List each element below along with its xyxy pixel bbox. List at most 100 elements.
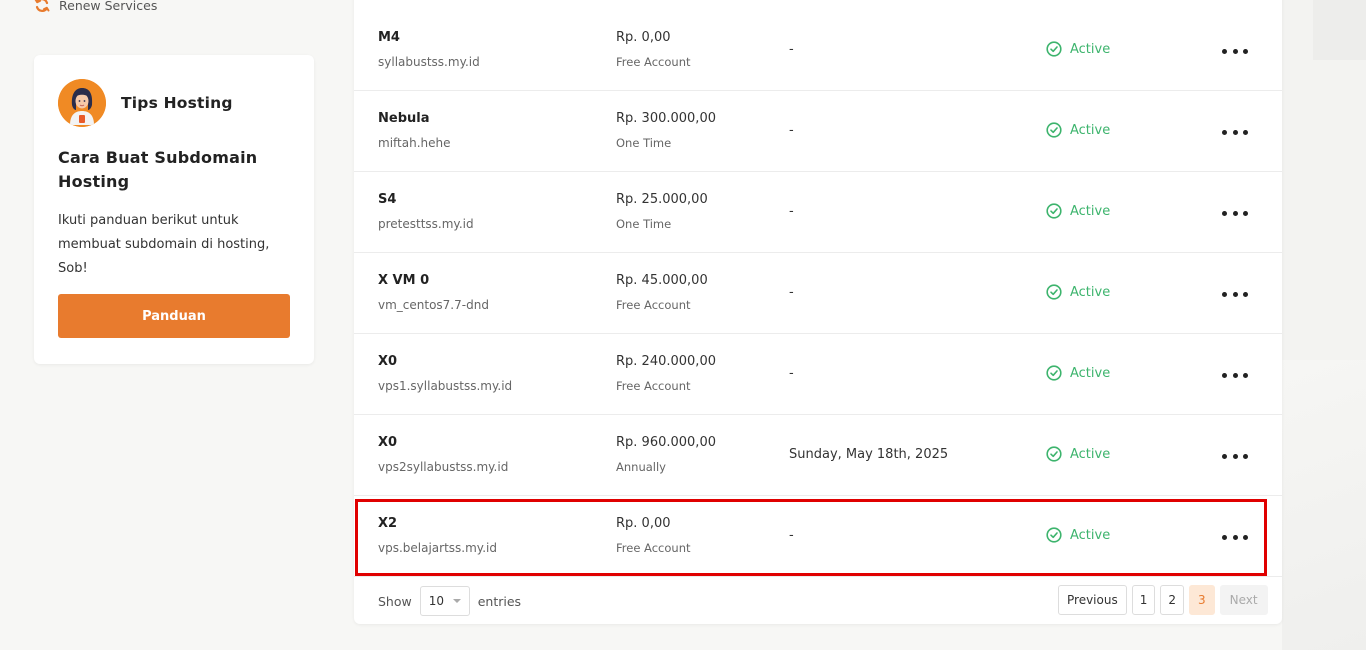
more-actions-button[interactable] xyxy=(1222,43,1248,59)
check-circle-icon xyxy=(1046,527,1062,543)
billing-cycle: Free Account xyxy=(616,541,691,555)
avatar xyxy=(58,79,106,127)
service-domain: vps2syllabustss.my.id xyxy=(378,460,509,474)
dot xyxy=(1222,534,1227,540)
service-name-cell: X0 vps2syllabustss.my.id xyxy=(378,435,508,474)
service-domain: miftah.hehe xyxy=(378,136,451,150)
status-label: Active xyxy=(1070,527,1111,543)
billing-cycle: Free Account xyxy=(616,298,691,312)
pagination-page-1[interactable]: 1 xyxy=(1131,585,1156,615)
status-label: Active xyxy=(1070,365,1111,381)
service-price: Rp. 25.000,00 xyxy=(616,192,708,207)
service-name: M4 xyxy=(378,30,400,45)
service-name: Nebula xyxy=(378,111,430,126)
background-panel xyxy=(1282,360,1366,650)
next-due-date: - xyxy=(789,123,794,138)
check-circle-icon xyxy=(1046,203,1062,219)
entries-length-control: Show 10 entries xyxy=(378,586,521,616)
next-due-date: - xyxy=(789,42,794,57)
table-row[interactable]: M4 syllabustss.my.id Rp. 0,00 Free Accou… xyxy=(354,10,1282,91)
service-price: Rp. 300.000,00 xyxy=(616,111,716,126)
service-price-cell: Rp. 25.000,00 One Time xyxy=(616,192,708,231)
service-name-cell: X VM 0 vm_centos7.7-dnd xyxy=(378,273,489,312)
table-row[interactable]: X VM 0 vm_centos7.7-dnd Rp. 45.000,00 Fr… xyxy=(354,253,1282,334)
service-price-cell: Rp. 0,00 Free Account xyxy=(616,30,691,69)
dot xyxy=(1232,534,1238,540)
status-badge: Active xyxy=(1046,365,1110,381)
check-circle-icon xyxy=(1046,122,1062,138)
panduan-button[interactable]: Panduan xyxy=(58,294,290,338)
renew-services-link[interactable]: Renew Services xyxy=(34,0,157,14)
dot xyxy=(1243,210,1248,216)
service-domain: syllabustss.my.id xyxy=(378,55,480,69)
service-price-cell: Rp. 45.000,00 Free Account xyxy=(616,273,708,312)
service-name: S4 xyxy=(378,192,397,207)
table-row[interactable]: X0 vps1.syllabustss.my.id Rp. 240.000,00… xyxy=(354,334,1282,415)
service-price: Rp. 0,00 xyxy=(616,516,671,531)
status-label: Active xyxy=(1070,41,1111,57)
service-name-cell: S4 pretesttss.my.id xyxy=(378,192,474,231)
status-badge: Active xyxy=(1046,527,1110,543)
service-domain: vps.belajartss.my.id xyxy=(378,541,497,555)
dot xyxy=(1232,210,1238,216)
service-domain: pretesttss.my.id xyxy=(378,217,474,231)
billing-cycle: Annually xyxy=(616,460,666,474)
entries-value: 10 xyxy=(428,594,445,608)
service-price: Rp. 240.000,00 xyxy=(616,354,716,369)
service-name-cell: X2 vps.belajartss.my.id xyxy=(378,516,497,555)
check-circle-icon xyxy=(1046,284,1062,300)
show-label: Show xyxy=(378,593,412,609)
dot xyxy=(1243,291,1248,297)
status-badge: Active xyxy=(1046,284,1110,300)
check-circle-icon xyxy=(1046,446,1062,462)
service-price: Rp. 45.000,00 xyxy=(616,273,708,288)
pagination-next[interactable]: Next xyxy=(1219,585,1268,615)
service-name: X VM 0 xyxy=(378,273,430,288)
service-name-cell: M4 syllabustss.my.id xyxy=(378,30,480,69)
pagination-previous[interactable]: Previous xyxy=(1058,585,1127,615)
check-circle-icon xyxy=(1046,41,1062,57)
more-actions-button[interactable] xyxy=(1222,205,1248,221)
table-row[interactable]: Nebula miftah.hehe Rp. 300.000,00 One Ti… xyxy=(354,91,1282,172)
more-actions-button[interactable] xyxy=(1222,124,1248,140)
more-actions-button[interactable] xyxy=(1222,286,1248,302)
dot xyxy=(1222,291,1227,297)
service-domain: vm_centos7.7-dnd xyxy=(378,298,489,312)
status-label: Active xyxy=(1070,446,1111,462)
billing-cycle: Free Account xyxy=(616,379,691,393)
table-row[interactable]: X2 vps.belajartss.my.id Rp. 0,00 Free Ac… xyxy=(354,496,1282,577)
pagination: Previous 1 2 3 Next xyxy=(1058,585,1268,615)
service-domain: vps1.syllabustss.my.id xyxy=(378,379,513,393)
dot xyxy=(1232,291,1238,297)
status-label: Active xyxy=(1070,122,1111,138)
service-name: X0 xyxy=(378,435,398,450)
page: Renew Services Tips Hosting Cara Buat Su… xyxy=(0,0,1366,650)
tips-description: Ikuti panduan berikut untuk membuat subd… xyxy=(58,213,270,276)
dot xyxy=(1222,372,1227,378)
service-price-cell: Rp. 240.000,00 Free Account xyxy=(616,354,716,393)
status-badge: Active xyxy=(1046,446,1110,462)
pagination-page-3[interactable]: 3 xyxy=(1189,585,1215,615)
billing-cycle: Free Account xyxy=(616,55,691,69)
dot xyxy=(1222,453,1227,459)
renew-services-label: Renew Services xyxy=(59,0,158,13)
services-table: M4 syllabustss.my.id Rp. 0,00 Free Accou… xyxy=(354,0,1282,624)
table-row[interactable]: S4 pretesttss.my.id Rp. 25.000,00 One Ti… xyxy=(354,172,1282,253)
dot xyxy=(1222,210,1227,216)
avatar-illustration xyxy=(58,79,106,127)
pagination-page-2[interactable]: 2 xyxy=(1160,585,1184,615)
dot xyxy=(1232,129,1238,135)
check-circle-icon xyxy=(1046,365,1062,381)
status-badge: Active xyxy=(1046,122,1110,138)
service-price-cell: Rp. 960.000,00 Annually xyxy=(616,435,716,474)
more-actions-button[interactable] xyxy=(1222,367,1248,383)
more-actions-button[interactable] xyxy=(1222,448,1248,464)
next-due-date: - xyxy=(789,204,794,219)
status-badge: Active xyxy=(1046,203,1110,219)
entries-select[interactable]: 10 xyxy=(419,586,470,616)
table-row[interactable]: X0 vps2syllabustss.my.id Rp. 960.000,00 … xyxy=(354,415,1282,496)
next-due-date: - xyxy=(789,285,794,300)
status-label: Active xyxy=(1070,203,1111,219)
more-actions-button[interactable] xyxy=(1222,529,1248,545)
dot xyxy=(1222,48,1227,54)
